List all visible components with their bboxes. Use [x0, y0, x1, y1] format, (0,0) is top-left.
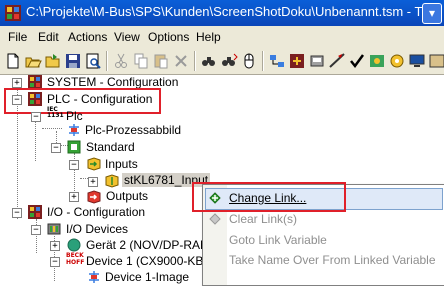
toolbar-separator [194, 51, 196, 71]
network-icon[interactable] [268, 52, 286, 70]
open-icon[interactable] [24, 52, 42, 70]
settings-icon[interactable] [388, 52, 406, 70]
tree-node-outputs[interactable]: Outputs [106, 189, 148, 203]
more-icon[interactable] [428, 52, 444, 70]
find-icon[interactable] [200, 52, 218, 70]
menu-file[interactable]: File [8, 30, 27, 44]
cut-icon[interactable] [112, 52, 130, 70]
find-next-icon[interactable] [220, 52, 238, 70]
check-icon[interactable] [348, 52, 366, 70]
tree-node-device-1-image[interactable]: Device 1-Image [105, 270, 189, 284]
copy-icon[interactable] [132, 52, 150, 70]
menu-clear-links[interactable]: Clear Link(s) [229, 212, 297, 226]
menu-actions[interactable]: Actions [68, 30, 107, 44]
menu-bar: File Edit Actions View Options Help [0, 26, 444, 49]
clear-link-icon [209, 213, 221, 225]
tree-node-geraet-2[interactable]: Gerät 2 (NOV/DP-RAM) [86, 238, 214, 252]
io-devices-icon [47, 223, 61, 235]
collapse-io-button[interactable]: − [12, 208, 22, 218]
run-icon[interactable] [328, 52, 346, 70]
menu-view[interactable]: View [114, 30, 140, 44]
menu-edit[interactable]: Edit [38, 30, 59, 44]
tree-node-inputs[interactable]: Inputs [105, 157, 138, 171]
device-image-icon [89, 271, 99, 283]
new-icon[interactable] [4, 52, 22, 70]
save-icon[interactable] [64, 52, 82, 70]
toolbar-separator [262, 51, 264, 71]
collapse-inputs-button[interactable]: − [69, 160, 79, 170]
inputs-icon [87, 157, 101, 171]
menu-options[interactable]: Options [148, 30, 189, 44]
input-variable-icon [105, 174, 119, 188]
toolbar [0, 48, 444, 75]
activate-icon[interactable] [288, 52, 306, 70]
menu-goto-link-variable[interactable]: Goto Link Variable [229, 233, 327, 247]
highlight-change-link [192, 182, 346, 212]
tree-node-system[interactable]: SYSTEM - Configuration [47, 75, 178, 89]
tree-node-plc[interactable]: Plc [66, 109, 83, 123]
expand-system-button[interactable]: + [12, 78, 22, 88]
tree-node-plc-prozessabbild[interactable]: Plc-Prozessabbild [85, 123, 181, 137]
preview-icon[interactable] [84, 52, 102, 70]
tree-connector [42, 128, 62, 129]
expand-geraet2-button[interactable]: + [50, 241, 60, 251]
delete-icon[interactable] [172, 52, 190, 70]
beckhoff-badge: BECK HOFF [66, 252, 85, 266]
process-image-icon [69, 124, 79, 136]
title-bar: C:\Projekte\M-Bus\SPS\Kunden\ScreenShotD… [0, 0, 444, 26]
task-icon [67, 140, 81, 154]
twincat-app-icon[interactable] [4, 4, 22, 22]
config-icon[interactable] [368, 52, 386, 70]
iec-1131-badge: IEC 1131 [47, 106, 64, 119]
outputs-icon [87, 190, 101, 204]
collapse-standard-button[interactable]: − [51, 143, 61, 153]
collapse-plc-project-button[interactable]: − [31, 112, 41, 122]
open-folder-icon[interactable] [44, 52, 62, 70]
collapse-io-devices-button[interactable]: − [31, 225, 41, 235]
window-title: C:\Projekte\M-Bus\SPS\Kunden\ScreenShotD… [26, 4, 423, 19]
build-icon[interactable] [308, 52, 326, 70]
device-icon [67, 238, 81, 252]
tree-node-io-devices[interactable]: I/O Devices [66, 222, 128, 236]
expand-input-var-button[interactable]: + [88, 177, 98, 187]
collapse-device1-button[interactable]: − [50, 257, 60, 267]
menu-take-name-over[interactable]: Take Name Over From Linked Variable [229, 253, 436, 267]
toolbar-separator [106, 51, 108, 71]
monitor-icon[interactable] [408, 52, 426, 70]
paste-icon[interactable] [152, 52, 170, 70]
expand-outputs-button[interactable]: + [69, 192, 79, 202]
io-config-icon [28, 205, 42, 219]
tree-node-device-1[interactable]: Device 1 (CX9000-KBus) [86, 254, 220, 268]
window-menu-button[interactable]: ▾ [422, 3, 442, 24]
tree-node-io-configuration[interactable]: I/O - Configuration [47, 205, 145, 219]
mouse-icon[interactable] [240, 52, 258, 70]
menu-help[interactable]: Help [196, 30, 221, 44]
tree-node-standard[interactable]: Standard [86, 140, 135, 154]
